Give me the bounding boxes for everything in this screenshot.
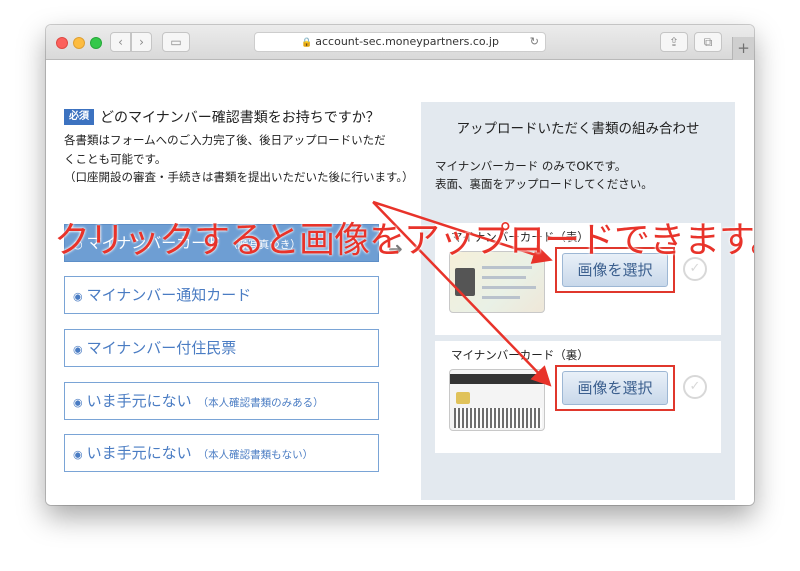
plus-icon: +	[737, 39, 750, 57]
tab-overview-button[interactable]: ⧉	[694, 32, 722, 52]
card-back-image	[449, 369, 545, 431]
chevron-right-icon: ›	[139, 35, 144, 49]
check-icon: ✓	[683, 375, 707, 399]
browser-window: ‹ › ▭ 🔒 account-sec.moneypartners.co.jp ↻…	[46, 25, 754, 505]
option-notification-card[interactable]: ◉ マイナンバー通知カード	[64, 276, 379, 314]
share-button[interactable]: ⇪	[660, 32, 688, 52]
back-button[interactable]: ‹	[110, 32, 131, 52]
url-text: account-sec.moneypartners.co.jp	[315, 35, 499, 48]
zoom-window-button[interactable]	[90, 37, 102, 49]
option-label: マイナンバー通知カード	[86, 286, 252, 304]
radio-icon: ◉	[73, 448, 83, 461]
option-label: マイナンバー付住民票	[86, 339, 237, 357]
close-window-button[interactable]	[56, 37, 68, 49]
annotation-text: クリックすると画像をアップロードできます。	[54, 220, 754, 261]
upload-desc-line1: マイナンバーカード のみでOKです。	[435, 159, 627, 173]
upload-panel: アップロードいただく書類の組み合わせ マイナンバーカード のみでOKです。 表面…	[421, 102, 735, 500]
option-label: いま手元にない	[86, 444, 192, 462]
reload-icon[interactable]: ↻	[530, 33, 539, 51]
description-note: （口座開設の審査・手続きは書類を提出いただいた後に行います。）	[64, 170, 414, 184]
option-resident-record[interactable]: ◉ マイナンバー付住民票	[64, 329, 379, 367]
question-heading: どのマイナンバー確認書類をお持ちですか？	[100, 110, 380, 126]
tabs-icon: ⧉	[703, 35, 713, 49]
select-image-back-button[interactable]: 画像を選択	[562, 371, 668, 405]
description-text: 各書類はフォームへのご入力完了後、後日アップロードいただくことも可能です。	[64, 133, 386, 166]
page-content: 必須 どのマイナンバー確認書類をお持ちですか？ 各書類はフォームへのご入力完了後…	[46, 61, 754, 505]
minimize-window-button[interactable]	[73, 37, 85, 49]
sidebar-icon: ▭	[170, 35, 182, 49]
upload-panel-title: アップロードいただく書類の組み合わせ	[456, 121, 700, 137]
required-badge: 必須	[64, 109, 94, 125]
card-back-label: マイナンバーカード（裏）	[451, 348, 589, 362]
radio-icon: ◉	[73, 290, 83, 303]
radio-icon: ◉	[73, 343, 83, 356]
select-image-back-highlight: 画像を選択	[555, 365, 675, 411]
sidebar-toggle-button[interactable]: ▭	[162, 32, 190, 52]
address-bar[interactable]: 🔒 account-sec.moneypartners.co.jp ↻	[254, 32, 546, 52]
option-not-at-hand-id[interactable]: ◉ いま手元にない （本人確認書類のみある）	[64, 382, 379, 420]
forward-button[interactable]: ›	[131, 32, 152, 52]
upload-panel-description: マイナンバーカード のみでOKです。 表面、裏面をアップロードしてください。	[435, 157, 653, 193]
option-note: （本人確認書類もない）	[197, 449, 314, 461]
chevron-left-icon: ‹	[118, 35, 123, 49]
title-bar: ‹ › ▭ 🔒 account-sec.moneypartners.co.jp ↻…	[46, 25, 754, 60]
ic-chip	[456, 392, 470, 404]
lock-icon: 🔒	[301, 38, 313, 48]
card-back-upload: マイナンバーカード（裏） 画像を選択 ✓	[435, 341, 721, 453]
new-tab-button[interactable]: +	[732, 37, 754, 60]
photo-placeholder	[455, 268, 475, 296]
upload-desc-line2: 表面、裏面をアップロードしてください。	[435, 177, 653, 191]
radio-icon: ◉	[73, 396, 83, 409]
option-label: いま手元にない	[86, 392, 192, 410]
option-not-at-hand-none[interactable]: ◉ いま手元にない （本人確認書類もない）	[64, 434, 379, 472]
option-note: （本人確認書類のみある）	[197, 397, 324, 409]
share-icon: ⇪	[668, 35, 680, 49]
